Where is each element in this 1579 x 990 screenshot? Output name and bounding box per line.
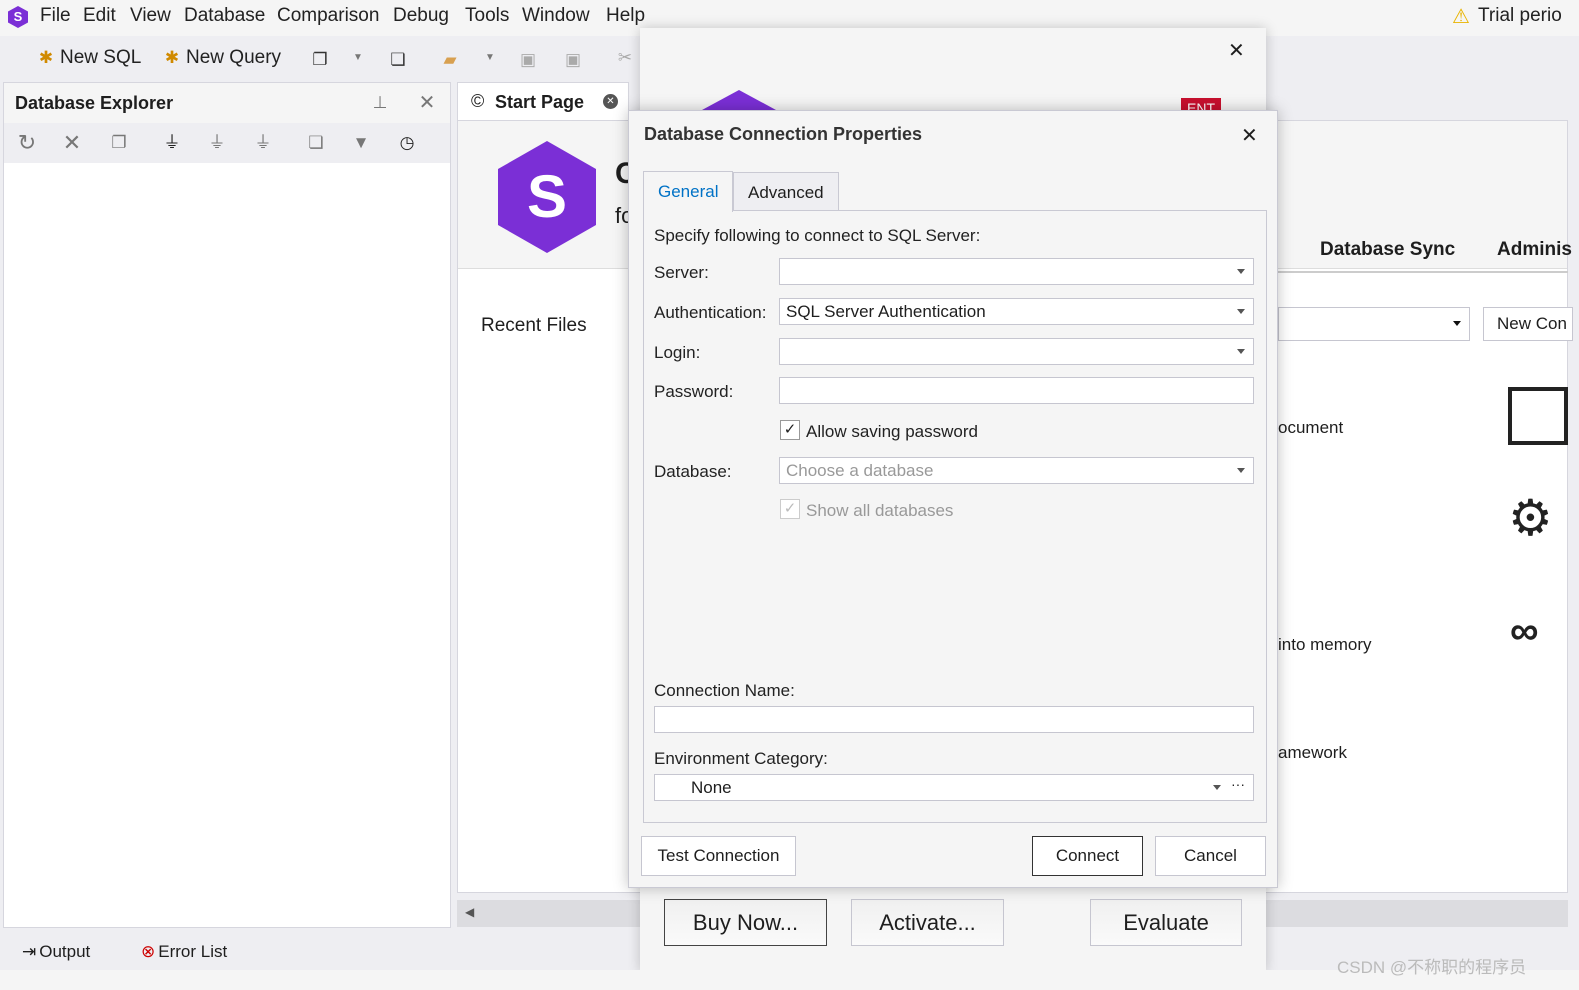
menu-debug[interactable]: Debug	[393, 5, 449, 27]
connection-name-input[interactable]	[654, 706, 1254, 733]
cancel-button[interactable]: Cancel	[1155, 836, 1266, 876]
feature-text: amework	[1278, 743, 1347, 762]
tab-label: Start Page	[495, 92, 585, 112]
authentication-select[interactable]: SQL Server Authentication	[779, 298, 1254, 325]
connection-name-label: Connection Name:	[654, 681, 795, 700]
activate-button[interactable]: Activate...	[851, 899, 1004, 946]
evaluate-button[interactable]: Evaluate	[1090, 899, 1242, 946]
panel-header: Database Explorer ⊥ ✕	[4, 83, 450, 123]
login-combo[interactable]	[779, 338, 1254, 365]
database-label: Database:	[654, 462, 732, 481]
new-document-icon[interactable]: ❐	[310, 50, 330, 70]
warning-icon: ⚠	[1452, 6, 1470, 28]
filter-icon[interactable]: ▼	[351, 133, 371, 153]
intro-text: Specify following to connect to SQL Serv…	[654, 226, 981, 245]
new-sql-label: New SQL	[60, 47, 142, 68]
disconnect-icon[interactable]: ⏚	[253, 133, 273, 153]
start-page-icon: ©	[471, 91, 485, 111]
menu-database[interactable]: Database	[184, 5, 265, 27]
recent-files-heading: Recent Files	[481, 315, 587, 336]
menu-help[interactable]: Help	[606, 5, 645, 27]
environment-value: None	[691, 778, 732, 797]
explorer-toolbar: ↻ ✕ ❐ ⏚ ⏚ ⏚ ❏ ▼ ◷	[4, 123, 450, 163]
dialog-title: Database Connection Properties	[644, 124, 923, 144]
error-list-tab[interactable]: ⊗ Error List	[141, 942, 227, 962]
new-sql-icon: ✱	[38, 48, 54, 67]
error-list-label: Error List	[158, 942, 228, 961]
connect-icon[interactable]: ⏚	[207, 133, 227, 153]
document-icon[interactable]: ❏	[306, 133, 326, 153]
link-icon: ∞	[1510, 609, 1539, 653]
output-label: Output	[39, 942, 91, 961]
environment-category-select[interactable]: None ···	[654, 774, 1254, 801]
output-icon: ⇥	[22, 942, 37, 961]
run-settings-icon: ⚙	[1508, 490, 1553, 546]
close-icon[interactable]: ✕	[417, 93, 437, 113]
new-query-button[interactable]: ✱ New Query	[162, 47, 281, 69]
ellipsis-icon[interactable]: ···	[1231, 776, 1245, 792]
show-all-databases-label: Show all databases	[806, 501, 954, 520]
chevron-down-icon[interactable]: ▼	[480, 48, 500, 68]
chevron-down-icon[interactable]: ▼	[348, 48, 368, 68]
server-combo[interactable]	[779, 258, 1254, 285]
feature-text: into memory	[1278, 635, 1372, 654]
tab-administration[interactable]: Adminis	[1497, 239, 1572, 261]
new-connection-button[interactable]: New Con	[1483, 307, 1573, 341]
show-all-databases-checkbox[interactable]: ✓	[780, 499, 800, 519]
menu-view[interactable]: View	[130, 5, 171, 27]
connect-button[interactable]: Connect	[1032, 836, 1143, 876]
server-label: Server:	[654, 263, 709, 282]
environment-category-label: Environment Category:	[654, 749, 828, 768]
database-placeholder: Choose a database	[786, 461, 934, 480]
watermark: CSDN @不称职的程序员	[1337, 958, 1527, 977]
new-query-icon: ✱	[164, 48, 180, 67]
menu-edit[interactable]: Edit	[83, 5, 116, 27]
close-icon[interactable]: ✕	[1228, 38, 1245, 63]
menu-tools[interactable]: Tools	[465, 5, 509, 27]
error-list-icon: ⊗	[141, 942, 156, 961]
history-icon[interactable]: ◷	[397, 133, 417, 153]
test-connection-button[interactable]: Test Connection	[641, 836, 796, 876]
buy-now-button[interactable]: Buy Now...	[664, 899, 827, 946]
cut-icon[interactable]: ✂	[615, 48, 635, 68]
tab-start-page[interactable]: © Start Page ✕	[457, 82, 629, 122]
save-icon[interactable]: ▣	[518, 50, 538, 70]
new-connection-icon[interactable]: ⏚	[162, 133, 182, 153]
close-icon[interactable]: ✕	[1241, 123, 1258, 148]
new-sql-button[interactable]: ✱ New SQL	[36, 47, 141, 69]
tab-general[interactable]: General	[643, 171, 733, 212]
divider	[1278, 271, 1568, 273]
copy-icon[interactable]: ❐	[109, 133, 129, 153]
open-folder-icon[interactable]: ▰	[440, 50, 460, 70]
chart-icon	[1508, 387, 1568, 445]
trial-period-link[interactable]: Trial perio	[1478, 5, 1562, 27]
new-file-icon[interactable]: ❏	[388, 50, 408, 70]
pin-icon[interactable]: ⊥	[370, 93, 390, 113]
password-input[interactable]	[779, 377, 1254, 404]
feature-text: ocument	[1278, 418, 1344, 437]
app-logo-icon: S	[8, 6, 28, 28]
connection-select[interactable]	[1278, 307, 1470, 341]
menu-comparison[interactable]: Comparison	[277, 5, 379, 27]
close-tab-icon[interactable]: ✕	[603, 94, 618, 109]
output-tab[interactable]: ⇥ Output	[22, 942, 90, 962]
database-explorer-panel: Database Explorer ⊥ ✕ ↻ ✕ ❐ ⏚ ⏚ ⏚ ❏ ▼ ◷	[3, 82, 451, 928]
save-all-icon[interactable]: ▣	[563, 50, 583, 70]
authentication-value: SQL Server Authentication	[786, 302, 986, 321]
allow-saving-password-label: Allow saving password	[806, 422, 978, 441]
database-combo[interactable]: Choose a database	[779, 457, 1254, 484]
tab-advanced[interactable]: Advanced	[733, 172, 839, 211]
allow-saving-password-checkbox[interactable]: ✓	[780, 420, 800, 440]
refresh-icon[interactable]: ↻	[17, 132, 37, 154]
tab-database-sync[interactable]: Database Sync	[1320, 239, 1455, 261]
delete-icon[interactable]: ✕	[62, 132, 82, 154]
password-label: Password:	[654, 382, 734, 401]
connection-dialog: Database Connection Properties ✕ General…	[628, 110, 1278, 888]
authentication-label: Authentication:	[654, 303, 767, 322]
login-label: Login:	[654, 343, 701, 362]
menu-window[interactable]: Window	[522, 5, 590, 27]
menu-file[interactable]: File	[40, 5, 71, 27]
new-query-label: New Query	[186, 47, 282, 68]
panel-title: Database Explorer	[15, 93, 174, 113]
